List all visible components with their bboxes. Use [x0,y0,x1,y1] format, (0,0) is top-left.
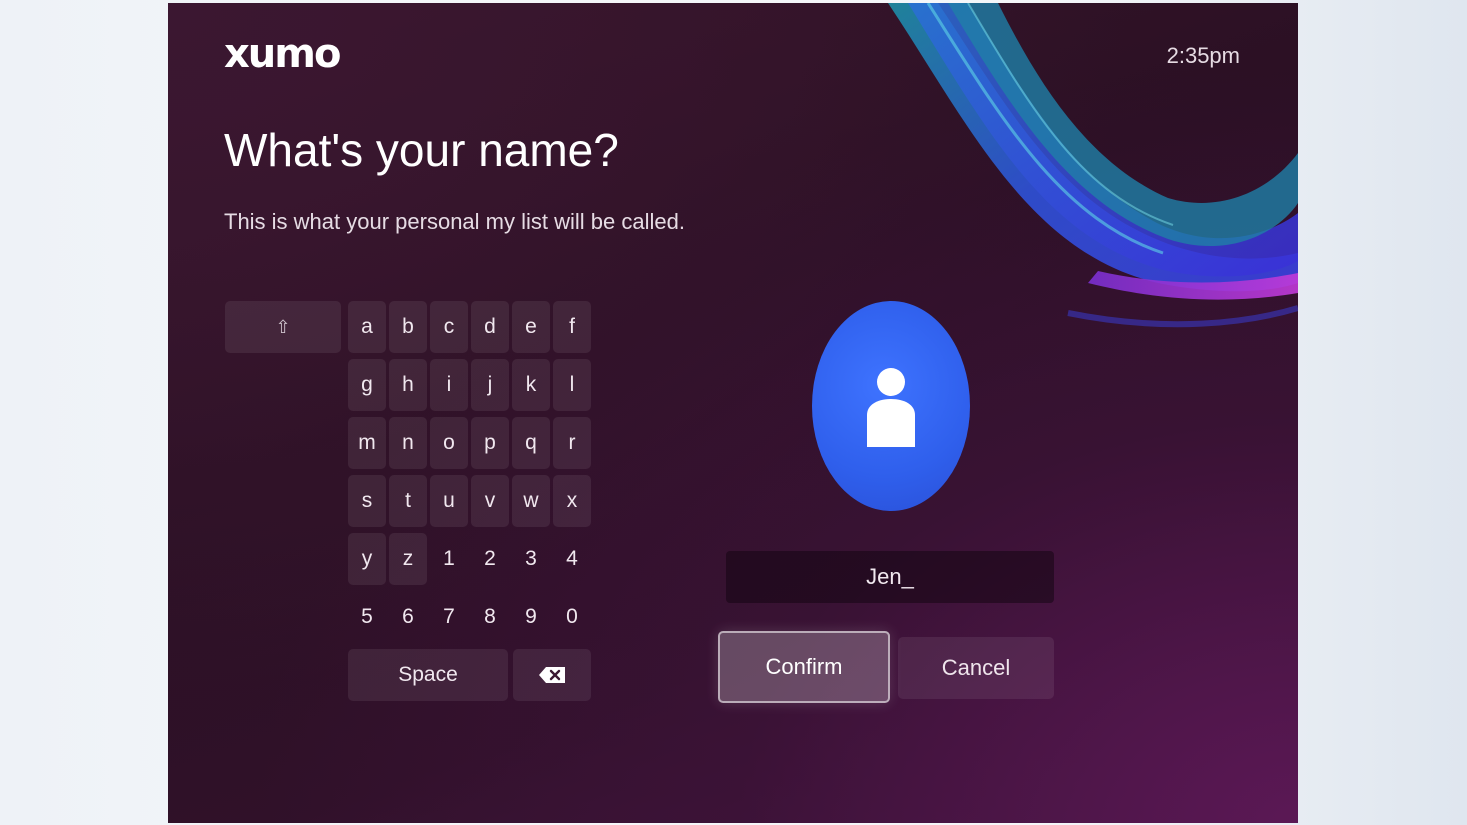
key-p[interactable]: p [471,417,509,469]
key-8[interactable]: 8 [471,591,509,643]
key-m[interactable]: m [348,417,386,469]
key-x[interactable]: x [553,475,591,527]
key-n[interactable]: n [389,417,427,469]
clock-time: 2:35pm [1166,43,1240,68]
key-v[interactable]: v [471,475,509,527]
shift-key[interactable]: ⇧ [225,301,341,353]
confirm-button[interactable]: Confirm [718,631,890,703]
key-q[interactable]: q [512,417,550,469]
key-4[interactable]: 4 [553,533,591,585]
key-0[interactable]: 0 [553,591,591,643]
key-s[interactable]: s [348,475,386,527]
key-t[interactable]: t [389,475,427,527]
tv-screen: xumo 2:35pm What's your name? This is wh… [168,3,1298,823]
cancel-button[interactable]: Cancel [898,637,1054,699]
profile-avatar [812,301,970,511]
key-g[interactable]: g [348,359,386,411]
person-icon [867,368,915,447]
backspace-key[interactable] [513,649,591,701]
key-y[interactable]: y [348,533,386,585]
space-key[interactable]: Space [348,649,508,701]
key-z[interactable]: z [389,533,427,585]
key-5[interactable]: 5 [348,591,386,643]
key-b[interactable]: b [389,301,427,353]
key-r[interactable]: r [553,417,591,469]
key-6[interactable]: 6 [389,591,427,643]
page-title: What's your name? [224,124,619,176]
key-w[interactable]: w [512,475,550,527]
key-h[interactable]: h [389,359,427,411]
key-u[interactable]: u [430,475,468,527]
key-c[interactable]: c [430,301,468,353]
key-l[interactable]: l [553,359,591,411]
key-3[interactable]: 3 [512,533,550,585]
key-7[interactable]: 7 [430,591,468,643]
key-k[interactable]: k [512,359,550,411]
key-e[interactable]: e [512,301,550,353]
page-subtitle: This is what your personal my list will … [224,209,685,234]
name-input[interactable]: Jen_ [726,551,1054,603]
key-o[interactable]: o [430,417,468,469]
key-9[interactable]: 9 [512,591,550,643]
backspace-icon [539,667,565,683]
shift-arrow-icon: ⇧ [275,316,291,337]
key-1[interactable]: 1 [430,533,468,585]
key-2[interactable]: 2 [471,533,509,585]
key-a[interactable]: a [348,301,386,353]
xumo-logo: xumo [224,31,341,77]
key-i[interactable]: i [430,359,468,411]
key-f[interactable]: f [553,301,591,353]
key-d[interactable]: d [471,301,509,353]
key-j[interactable]: j [471,359,509,411]
